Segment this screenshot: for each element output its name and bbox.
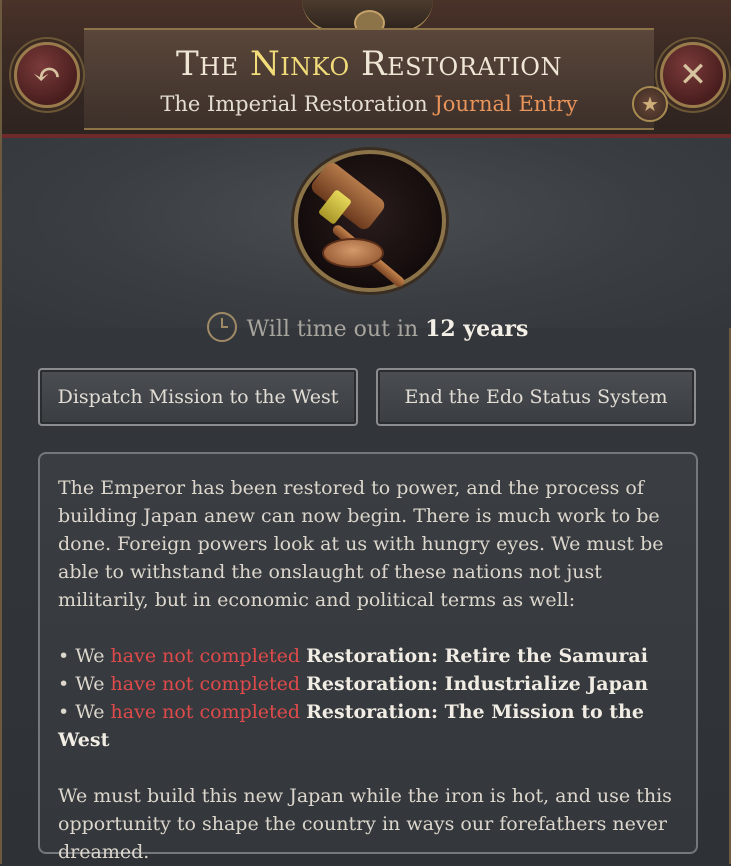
subtitle-main: The Imperial Restoration [160, 92, 428, 116]
dispatch-mission-label: Dispatch Mission to the West [57, 386, 339, 408]
close-button[interactable]: ✕ [660, 42, 726, 108]
gavel-sound-block [322, 238, 384, 268]
requirement-prefix: • We [58, 645, 111, 667]
requirement-item: • We have not completed Restoration: Ret… [58, 642, 678, 670]
requirement-item: • We have not completed Restoration: Ind… [58, 670, 678, 698]
header: The Ninko Restoration The Imperial Resto… [2, 0, 731, 138]
requirement-prefix: • We [58, 701, 111, 723]
journal-entry-panel: The Ninko Restoration The Imperial Resto… [0, 0, 731, 864]
requirement-status: have not completed [110, 673, 301, 695]
description-outro: We must build this new Japan while the i… [58, 785, 672, 863]
description-intro: The Emperor has been restored to power, … [58, 477, 664, 611]
end-edo-status-button[interactable]: End the Edo Status System [376, 368, 696, 426]
requirement-status: have not completed [110, 701, 301, 723]
requirement-prefix: • We [58, 673, 111, 695]
title-prefix: The [176, 44, 250, 84]
back-button[interactable]: ↶ [14, 42, 80, 108]
requirement-goal: Restoration: Industrialize Japan [306, 673, 649, 695]
page-subtitle: The Imperial Restoration Journal Entry [84, 92, 654, 116]
end-edo-status-label: End the Edo Status System [404, 386, 668, 408]
pin-star-button[interactable]: ★ [632, 86, 668, 122]
title-name: Ninko [249, 44, 350, 84]
close-icon: ✕ [678, 55, 708, 95]
timeout-indicator: Will time out in 12 years [2, 312, 731, 342]
title-suffix: Restoration [349, 44, 562, 84]
clock-icon [206, 312, 237, 342]
requirement-item: • We have not completed Restoration: The… [58, 698, 678, 754]
back-arrow-icon: ↶ [32, 55, 62, 95]
timeout-value: 12 years [425, 316, 529, 342]
star-icon: ★ [641, 92, 659, 116]
page-title: The Ninko Restoration [84, 44, 654, 84]
dispatch-mission-button[interactable]: Dispatch Mission to the West [38, 368, 358, 426]
requirement-status: have not completed [110, 645, 301, 667]
timeout-prefix: Will time out in [246, 317, 419, 342]
subtitle-accent: Journal Entry [434, 92, 578, 116]
description-box: The Emperor has been restored to power, … [38, 452, 698, 863]
requirement-goal: Restoration: Retire the Samurai [306, 645, 648, 667]
